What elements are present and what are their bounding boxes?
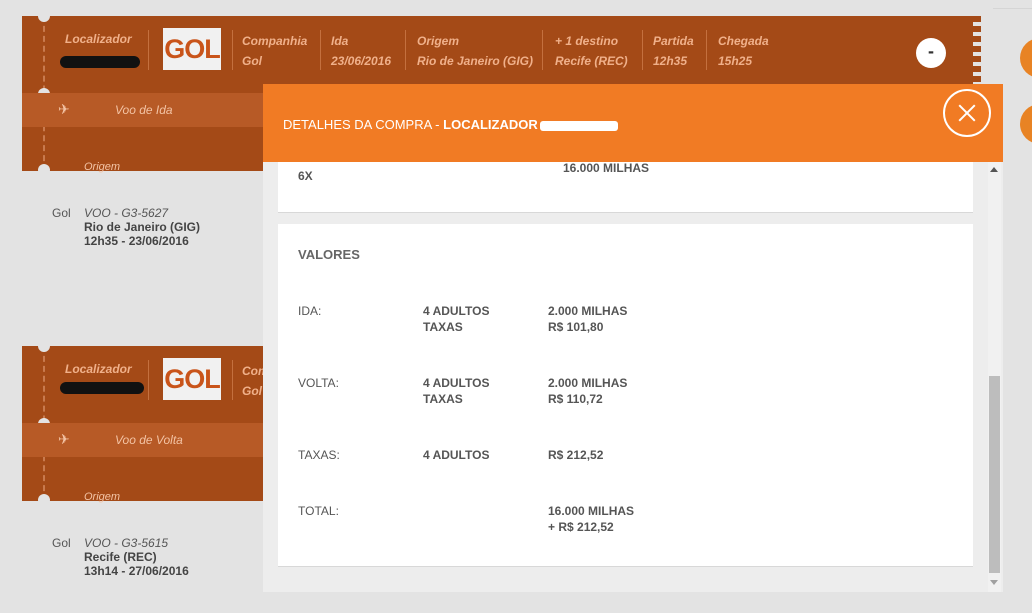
redacted-locator (60, 382, 144, 394)
row-volta-value: 2.000 MILHAS (548, 376, 628, 390)
destino-label: + 1 destino (555, 34, 619, 48)
segment-airline: Gol (52, 536, 71, 550)
row-ida-label: IDA: (298, 304, 322, 318)
voo-ida-label: Voo de Ida (115, 103, 173, 117)
row-volta-value: R$ 110,72 (548, 392, 603, 406)
modal-header: DETALHES DA COMPRA - LOCALIZADOR (263, 84, 1003, 162)
row-total-value: + R$ 212,52 (548, 520, 614, 534)
ticket-perf-dot (38, 164, 50, 176)
close-icon[interactable] (943, 89, 991, 137)
ida-value: 23/06/2016 (331, 54, 392, 68)
origem-value: Rio de Janeiro (GIG) (417, 54, 534, 68)
segment-time: 12h35 - 23/06/2016 (84, 234, 189, 248)
origem-band-label: Origem (84, 491, 121, 503)
divider (642, 30, 643, 70)
gol-logo: GOL (163, 28, 221, 70)
companhia-value: Gol (242, 384, 262, 398)
row-taxas-label: TAXAS: (298, 448, 340, 462)
divider (542, 30, 543, 70)
row-volta-qty: 4 ADULTOS (423, 376, 490, 390)
ticket-perf-dot (38, 10, 50, 22)
divider (148, 360, 149, 400)
origem-label: Origem (417, 34, 460, 48)
plane-icon: ✈ (58, 101, 70, 117)
segment-time: 13h14 - 27/06/2016 (84, 564, 189, 578)
row-volta-label: VOLTA: (298, 376, 339, 390)
redacted-locator (539, 120, 618, 131)
side-circle (1020, 104, 1032, 144)
scroll-thumb[interactable] (989, 376, 1000, 573)
chegada-label: Chegada (718, 34, 769, 48)
row-ida-qty: TAXAS (423, 320, 463, 334)
segment-flight: VOO - G3-5627 (84, 206, 169, 220)
partida-value: 12h35 (653, 54, 688, 68)
collapse-button[interactable]: - (916, 38, 946, 68)
localizador-label: Localizador (65, 32, 132, 46)
segment-flight: VOO - G3-5615 (84, 536, 169, 550)
installments-card: 6X 16.000 MILHAS (278, 162, 973, 213)
scroll-down-icon[interactable] (990, 580, 998, 585)
origem-band-label: Origem (84, 161, 121, 173)
modal-title-locator: LOCALIZADOR (443, 117, 538, 132)
row-taxas-qty: 4 ADULTOS (423, 448, 490, 462)
divider (148, 30, 149, 70)
segment-city: Recife (REC) (84, 550, 157, 564)
modal-title-prefix: DETALHES DA COMPRA - (283, 117, 444, 132)
partida-label: Partida (653, 34, 694, 48)
divider (405, 30, 406, 70)
gol-logo: GOL (163, 358, 221, 400)
modal-scrollbar[interactable] (988, 162, 1001, 592)
divider (706, 30, 707, 70)
row-total-label: TOTAL: (298, 504, 339, 518)
row-ida-qty: 4 ADULTOS (423, 304, 490, 318)
modal-body[interactable]: 6X 16.000 MILHAS VALORES IDA: 4 ADULTOS … (278, 162, 973, 592)
side-circle (1020, 38, 1032, 78)
purchase-details-modal: DETALHES DA COMPRA - LOCALIZADOR 6X 16.0… (263, 84, 1003, 592)
companhia-label: Companhia (242, 34, 308, 48)
segment-city: Rio de Janeiro (GIG) (84, 220, 201, 234)
companhia-value: Gol (242, 54, 262, 68)
scroll-up-icon[interactable] (990, 167, 998, 172)
row-ida-value: R$ 101,80 (548, 320, 604, 334)
installments-count: 6X (298, 169, 313, 183)
ida-label: Ida (331, 34, 349, 48)
installments-value: 16.000 MILHAS (563, 162, 650, 175)
destino-value: Recife (REC) (555, 54, 628, 68)
redacted-locator (60, 56, 140, 68)
ticket-perf-dot (38, 340, 50, 352)
row-volta-qty: TAXAS (423, 392, 463, 406)
right-divider (993, 8, 1032, 9)
ticket-perf-dot (38, 494, 50, 506)
chegada-value: 15h25 (718, 54, 753, 68)
row-total-value: 16.000 MILHAS (548, 504, 635, 518)
row-ida-value: 2.000 MILHAS (548, 304, 628, 318)
divider (232, 30, 233, 70)
row-taxas-value: R$ 212,52 (548, 448, 604, 462)
segment-airline: Gol (52, 206, 71, 220)
valores-card: VALORES IDA: 4 ADULTOS TAXAS 2.000 MILHA… (278, 224, 973, 567)
plane-icon: ✈ (58, 431, 70, 447)
localizador-label: Localizador (65, 362, 132, 376)
voo-volta-label: Voo de Volta (115, 433, 183, 447)
divider (232, 360, 233, 400)
valores-title: VALORES (298, 247, 360, 262)
divider (320, 30, 321, 70)
modal-title: DETALHES DA COMPRA - LOCALIZADOR (283, 117, 618, 132)
